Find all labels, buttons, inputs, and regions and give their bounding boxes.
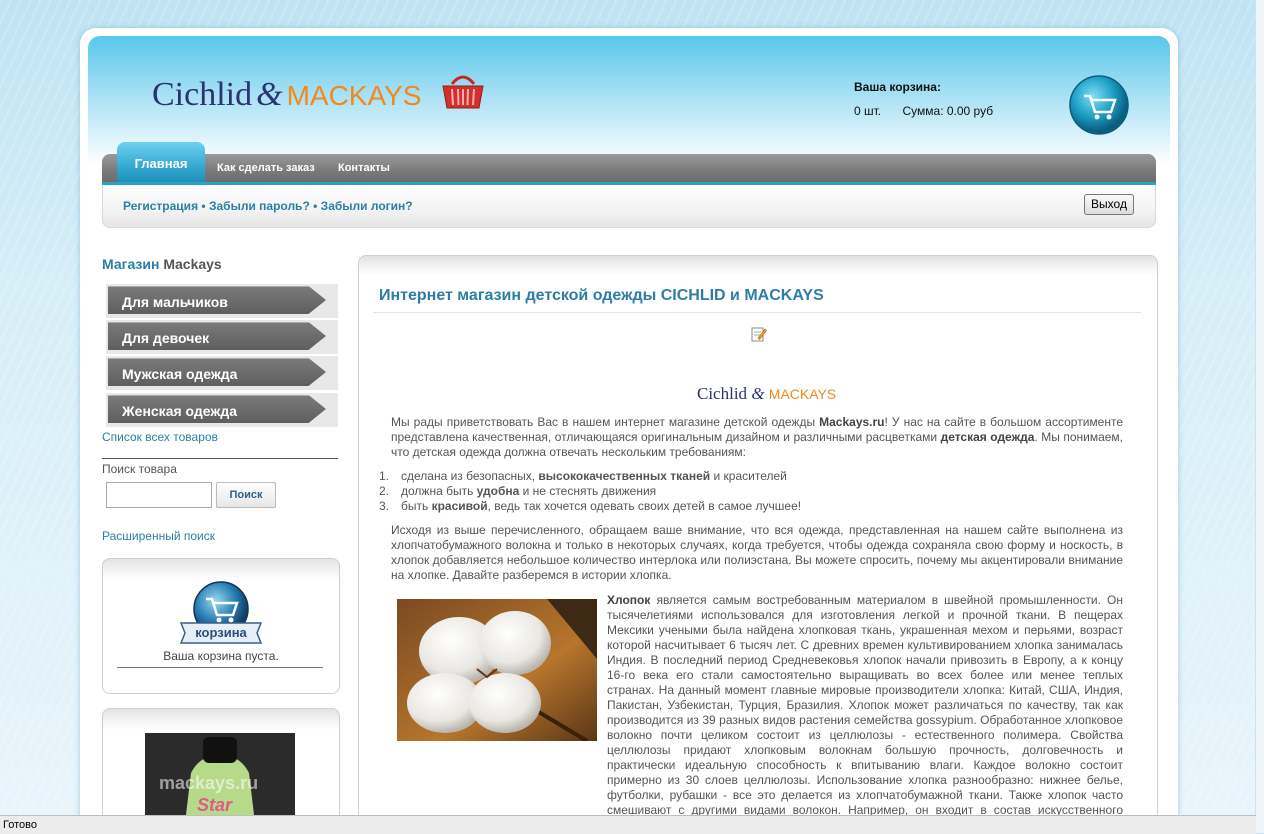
cotton-image — [397, 599, 597, 741]
text-run-bold: детская одежда — [940, 430, 1035, 444]
category-girls[interactable]: Для девочек — [108, 322, 326, 350]
forgot-login-link[interactable]: Забыли логин? — [321, 199, 413, 213]
intro-paragraph: Мы рады приветствовать Вас в нашем интер… — [391, 415, 1123, 460]
cart-count: 0 шт. — [854, 104, 882, 118]
product-print: Star — [197, 795, 233, 815]
divider — [102, 458, 338, 459]
forgot-password-link[interactable]: Забыли пароль? — [209, 199, 310, 213]
main-navigation: Главная Как сделать заказ Контакты — [102, 142, 1156, 185]
cotton-bold: Хлопок — [607, 593, 651, 607]
cart-badge-label: корзина — [195, 625, 247, 640]
account-links: Регистрация • Забыли пароль? • Забыли ло… — [123, 199, 413, 213]
sidebar-title: Магазин Mackays — [102, 256, 222, 272]
product-image[interactable]: mackays.ru Star — [145, 733, 295, 818]
divider — [117, 667, 323, 668]
category-men[interactable]: Мужская одежда — [108, 358, 326, 386]
register-link[interactable]: Регистрация — [123, 199, 198, 213]
category-boys[interactable]: Для мальчиков — [108, 286, 326, 314]
status-text: Готово — [3, 819, 37, 831]
tab-how-to-order[interactable]: Как сделать заказ — [217, 162, 315, 174]
cotton-paragraph-top: Хлопок является самым востребованным мат… — [607, 593, 1123, 818]
basket-logo-icon — [440, 68, 486, 117]
text-run-bold: Mackays.ru — [819, 415, 885, 429]
text-run: Мы рады приветствовать Вас в нашем интер… — [391, 415, 820, 429]
product-module: mackays.ru Star — [102, 708, 340, 818]
site-logo[interactable]: Cichlid & MACKAYS — [152, 76, 421, 114]
search-input[interactable] — [106, 482, 212, 508]
product-watermark: mackays.ru — [159, 773, 259, 793]
tab-contacts[interactable]: Контакты — [338, 162, 390, 174]
browser-status-bar: Готово — [0, 815, 1256, 834]
cotton-intro-paragraph: Исходя из выше перечисленного, обращаем … — [391, 523, 1123, 582]
all-products-link[interactable]: Список всех товаров — [102, 430, 218, 444]
search-label: Поиск товара — [102, 462, 177, 476]
page-title: Интернет магазин детской одежды CICHLID … — [379, 287, 824, 304]
shopping-cart-icon[interactable] — [1068, 74, 1130, 139]
cart-empty-text: Ваша корзина пуста. — [163, 649, 279, 663]
window-scrollbar[interactable] — [1255, 0, 1264, 833]
content-logo: Cichlid & MACKAYS — [697, 384, 837, 403]
site-header: Cichlid & MACKAYS Ваша корзина: 0 шт. Сумм… — [88, 36, 1170, 166]
site-page: Cichlid & MACKAYS Ваша корзина: 0 шт. Сумм… — [80, 28, 1178, 818]
main-content: Интернет магазин детской одежды CICHLID … — [358, 255, 1158, 818]
list-item: 1. сделана из безопасных, высококачествен… — [379, 469, 787, 483]
list-item: 3. быть красивой, ведь так хочется одеват… — [379, 499, 802, 513]
advanced-search-link[interactable]: Расширенный поиск — [102, 529, 215, 543]
requirements-list: 1. сделана из безопасных, высококачествен… — [379, 469, 801, 514]
cart-module: корзина Ваша корзина пуста. — [102, 558, 340, 694]
cart-summary-label: Ваша корзина: — [854, 80, 941, 94]
divider — [373, 312, 1141, 313]
cotton-text: является самым востребованным материалом… — [607, 593, 1123, 817]
cart-sum: Сумма: 0.00 руб — [902, 104, 994, 118]
edit-icon[interactable] — [751, 326, 767, 345]
account-bar: Регистрация • Забыли пароль? • Забыли ло… — [102, 185, 1156, 228]
search-button[interactable]: Поиск — [216, 482, 276, 508]
logout-button[interactable]: Выход — [1084, 194, 1134, 215]
cart-summary: 0 шт. Сумма: 0.00 руб — [854, 104, 1011, 118]
tab-home[interactable]: Главная — [117, 142, 205, 182]
category-women[interactable]: Женская одежда — [108, 395, 326, 423]
list-item: 2. должна быть удобна и не стеснять движе… — [379, 484, 657, 498]
